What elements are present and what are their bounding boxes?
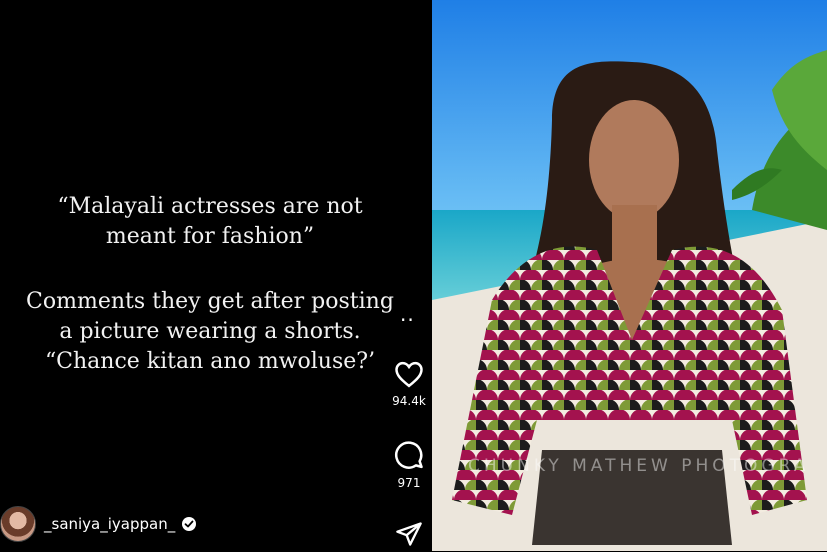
- heart-icon: [395, 361, 423, 388]
- caption-line: “Chance kitan ano mwoluse?’: [44, 349, 376, 374]
- caption-line: Comments they get after posting: [26, 289, 394, 314]
- quote-line: meant for fashion”: [105, 224, 315, 249]
- comment-count: 971: [397, 476, 421, 490]
- caption-line: a picture wearing a shorts.: [59, 319, 361, 344]
- post-author[interactable]: _saniya_iyappan_: [0, 504, 197, 544]
- caption-text: Comments they get after posting a pictur…: [0, 287, 420, 377]
- username[interactable]: _saniya_iyappan_: [44, 515, 175, 533]
- photo-watermark: CHUNKY MATHEW PHOTOGRA: [468, 456, 810, 476]
- more-options-icon[interactable]: ..: [400, 302, 415, 326]
- verified-badge-icon: [182, 517, 197, 531]
- like-button[interactable]: 94.4k: [384, 360, 434, 408]
- comment-bubble-icon: [395, 441, 423, 469]
- avatar[interactable]: [0, 506, 36, 542]
- like-count: 94.4k: [392, 394, 426, 408]
- quote-line: “Malayali actresses are not: [57, 194, 363, 219]
- share-button[interactable]: [384, 520, 434, 552]
- quote-text: “Malayali actresses are not meant for fa…: [0, 192, 420, 252]
- paper-plane-icon: [396, 522, 422, 546]
- reel-panel: “Malayali actresses are not meant for fa…: [0, 0, 432, 551]
- comment-button[interactable]: 971: [384, 440, 434, 490]
